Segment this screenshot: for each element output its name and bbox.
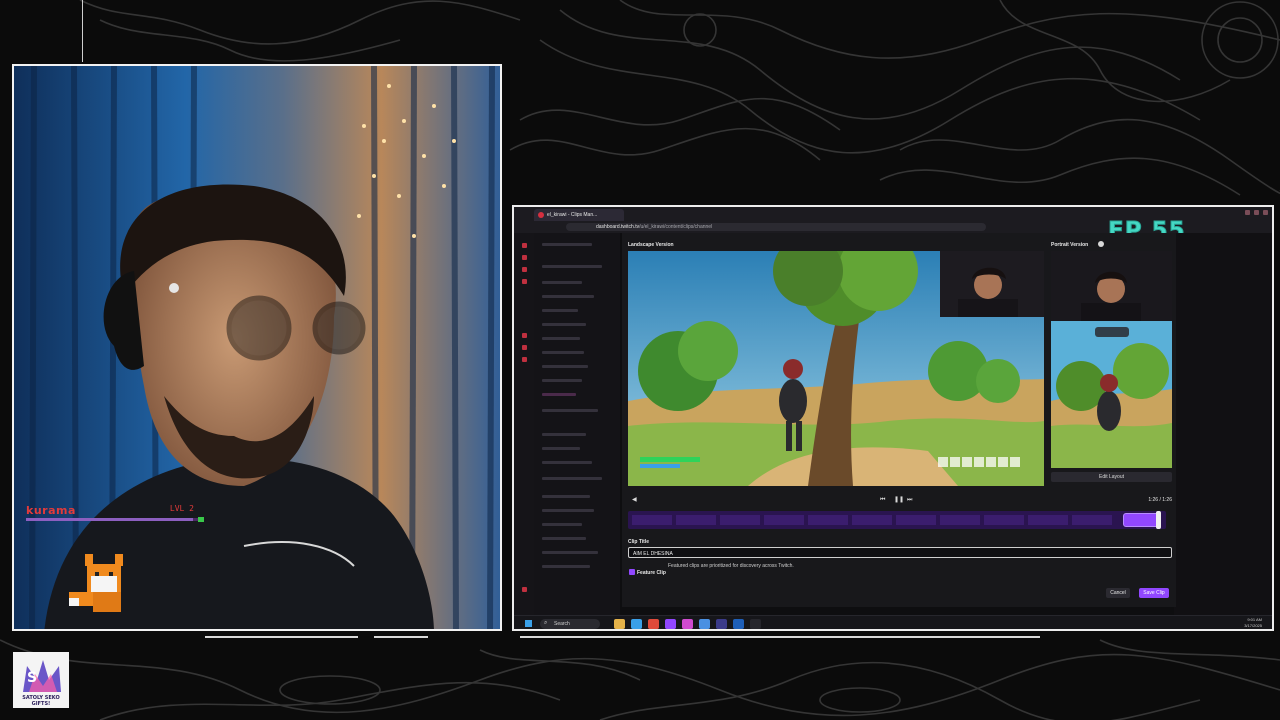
webcam-feed: kurama LVL 2 xyxy=(12,64,502,631)
rail-icon[interactable] xyxy=(522,267,527,272)
rail-icon[interactable] xyxy=(522,345,527,350)
cancel-button[interactable]: Cancel xyxy=(1106,588,1130,598)
save-label: Save Clip xyxy=(1143,590,1165,596)
clip-title-label: Clip Title xyxy=(628,539,650,545)
edit-layout-button[interactable]: Edit Layout xyxy=(1051,472,1172,482)
clip-editor-modal: Landscape Version Portrait Version Edit … xyxy=(622,233,1176,607)
windows-start-icon[interactable] xyxy=(525,620,532,627)
landscape-label: Landscape Version xyxy=(628,242,674,248)
level-label: LVL 2 xyxy=(169,504,194,513)
minimize-icon[interactable] xyxy=(1245,210,1250,215)
app-icon[interactable] xyxy=(682,619,693,629)
divider-line xyxy=(520,636,1040,638)
app-icon[interactable] xyxy=(750,619,761,629)
dashboard-sidebar-dimmed xyxy=(534,233,620,620)
divider-line xyxy=(374,636,428,638)
chrome-icon[interactable] xyxy=(648,619,659,629)
window-controls xyxy=(1245,210,1268,215)
webcam-image xyxy=(14,66,500,629)
save-clip-button[interactable]: Save Clip xyxy=(1139,588,1169,598)
search-placeholder: Search xyxy=(554,621,570,627)
timeline-selection[interactable] xyxy=(1122,513,1161,527)
feature-description: Featured clips are prioritized for disco… xyxy=(668,563,794,569)
portrait-frame xyxy=(1051,251,1172,468)
screen-capture: el_kirawi - Clips Man... dashboard.twitc… xyxy=(512,205,1274,631)
rail-icon[interactable] xyxy=(522,279,527,284)
taskbar-apps xyxy=(614,619,761,629)
divider-line xyxy=(82,0,83,62)
timeline-end-handle[interactable] xyxy=(1155,511,1161,529)
playback-controls: ◀ ⏮ ❚❚ ⏭ 1:26 / 1:26 xyxy=(628,495,1172,505)
url-field[interactable]: dashboard.twitch.tv/u/el_kirawi/content/… xyxy=(566,223,986,231)
feature-clip-label: Feature Clip xyxy=(637,570,666,576)
rail-icon[interactable] xyxy=(522,243,527,248)
file-explorer-icon[interactable] xyxy=(614,619,625,629)
maximize-icon[interactable] xyxy=(1254,210,1259,215)
clip-timeline[interactable] xyxy=(628,511,1166,529)
close-icon[interactable] xyxy=(1263,210,1268,215)
next-icon[interactable]: ⏭ xyxy=(907,497,912,503)
level-progress-fill xyxy=(26,518,193,521)
browser-tab[interactable]: el_kirawi - Clips Man... xyxy=(534,209,624,221)
timeline-thumbnails xyxy=(632,515,1112,525)
channel-logo: S SATOLY SEKO GIFTS! xyxy=(13,652,69,708)
portrait-label: Portrait Version xyxy=(1051,242,1089,248)
cancel-label: Cancel xyxy=(1110,590,1126,596)
twitch-icon xyxy=(538,212,544,218)
level-progress-bar xyxy=(26,517,204,522)
portrait-preview[interactable] xyxy=(1051,251,1172,468)
landscape-preview[interactable] xyxy=(628,251,1044,486)
dashboard-content-dimmed xyxy=(1174,233,1272,620)
clip-title-input[interactable] xyxy=(628,547,1172,558)
logo-text: SATOLY SEKO GIFTS! xyxy=(22,695,60,707)
rail-icon[interactable] xyxy=(522,255,527,260)
taskbar-clock[interactable]: 9:01 AM 3/17/2025 xyxy=(1244,617,1262,629)
svg-text:S: S xyxy=(27,670,37,686)
premiere-icon[interactable] xyxy=(716,619,727,629)
search-icon: ⌕ xyxy=(544,620,548,626)
tab-title: el_kirawi - Clips Man... xyxy=(547,212,598,218)
checkbox-icon[interactable] xyxy=(629,569,635,575)
previous-icon[interactable]: ⏮ xyxy=(880,497,885,503)
twitch-app-icon[interactable] xyxy=(665,619,676,629)
rail-icon[interactable] xyxy=(522,333,527,338)
pause-icon[interactable]: ❚❚ xyxy=(894,497,904,503)
mute-icon[interactable]: ◀ xyxy=(632,497,637,503)
photoshop-icon[interactable] xyxy=(733,619,744,629)
gameplay-frame xyxy=(628,251,1044,486)
dashboard-rail xyxy=(514,233,534,620)
taskbar-search[interactable]: ⌕ Search xyxy=(540,619,600,629)
info-icon[interactable] xyxy=(1098,241,1104,247)
windows-taskbar: ⌕ Search 9:01 AM 3/17/2025 xyxy=(514,615,1272,629)
time-display: 1:26 / 1:26 xyxy=(1148,497,1172,503)
streamer-name: kurama xyxy=(26,504,76,517)
edit-layout-label: Edit Layout xyxy=(1098,474,1125,480)
url-host: dashboard.twitch.tv xyxy=(596,224,640,230)
app-icon[interactable] xyxy=(699,619,710,629)
edge-icon[interactable] xyxy=(631,619,642,629)
rail-icon[interactable] xyxy=(522,357,527,362)
rail-icon[interactable] xyxy=(522,587,527,592)
level-progress-end xyxy=(198,517,204,522)
url-path: /u/el_kirawi/content/clips/channel xyxy=(639,224,713,230)
stream-overlay: kurama LVL 2 S SATOLY SEKO GIFTS! el_kir… xyxy=(0,0,1280,720)
divider-line xyxy=(205,636,358,638)
clock-date: 3/17/2025 xyxy=(1244,623,1262,628)
